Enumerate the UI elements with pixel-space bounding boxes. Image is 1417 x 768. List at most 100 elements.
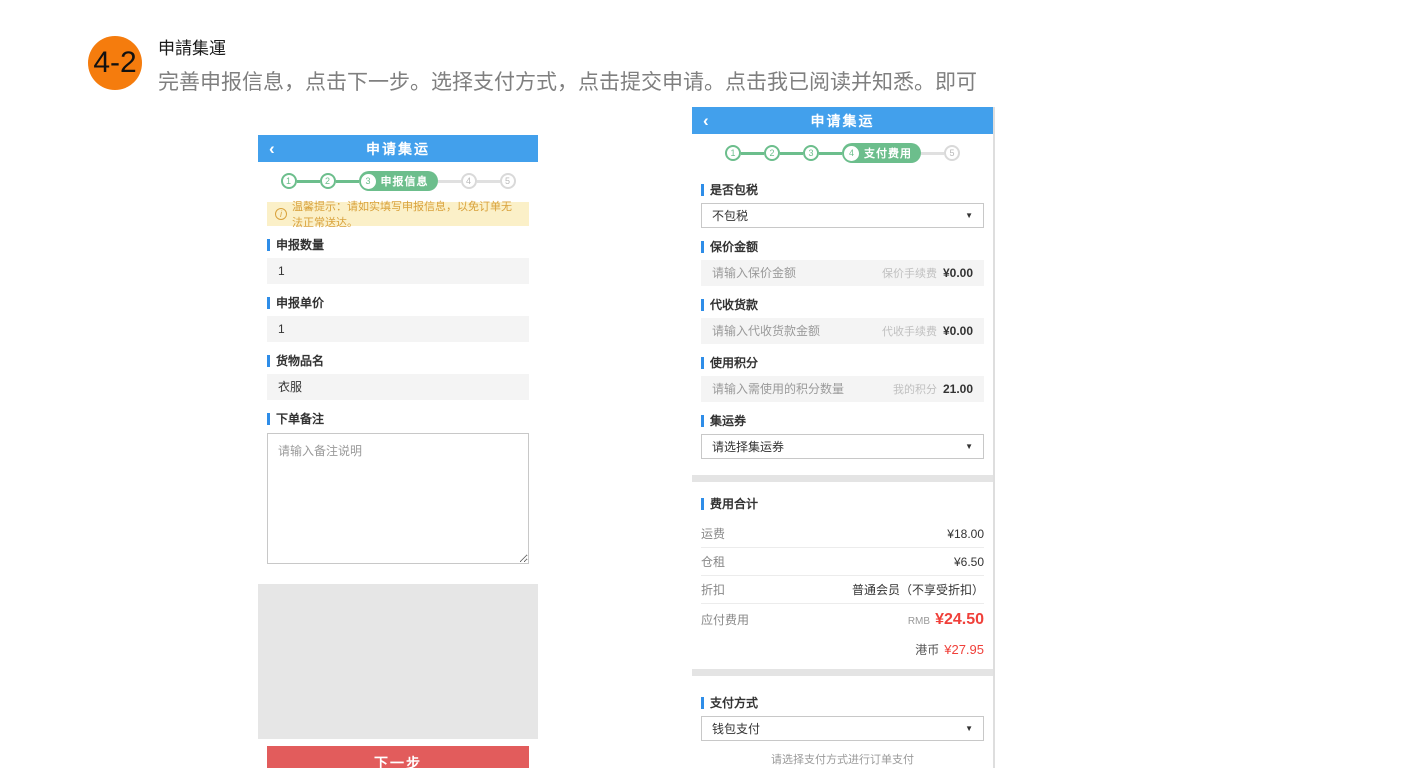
step-indicator-2: 2 [320, 173, 336, 189]
step-connector [477, 180, 500, 183]
suffix-value: ¥0.00 [943, 324, 973, 338]
label-accent-bar [267, 355, 270, 367]
fee-label: 仓租 [701, 553, 725, 570]
order-remark-textarea[interactable] [267, 433, 529, 564]
field-label-text: 支付方式 [710, 694, 758, 711]
fee-value: ¥6.50 [954, 555, 984, 569]
label-accent-bar [701, 357, 704, 369]
stepper: 1 2 3 申报信息 4 5 [258, 170, 538, 192]
active-step-label: 支付费用 [864, 145, 912, 161]
dropdown-arrow-icon: ▼ [965, 724, 973, 733]
step-indicator-1: 1 [725, 145, 741, 161]
navbar: ‹ 申请集运 [692, 107, 993, 134]
tutorial-page: 4-2 申請集運 完善申报信息，点击下一步。选择支付方式，点击提交申请。点击我已… [0, 0, 1417, 768]
field-label: 申报数量 [267, 236, 529, 253]
label-accent-bar [701, 184, 704, 196]
notice-banner: i 温馨提示：请如实填写申报信息，以免订单无法正常送达。 [267, 202, 529, 226]
suffix-label: 保价手续费 [882, 268, 937, 280]
label-accent-bar [701, 241, 704, 253]
fee-row-shipping: 运费 ¥18.00 [701, 520, 984, 548]
declare-quantity-input[interactable]: 1 [267, 258, 529, 284]
currency-label: RMB [908, 616, 930, 627]
active-step-number: 4 [844, 146, 859, 161]
lesson-instruction: 完善申报信息，点击下一步。选择支付方式，点击提交申请。点击我已阅读并知悉。即可 [158, 66, 977, 96]
input-placeholder: 请输入保价金额 [712, 260, 796, 286]
fee-row-hkd: 港币 ¥27.95 [701, 635, 984, 663]
stepper: 1 2 3 4 支付费用 5 [692, 142, 993, 164]
fee-section-title: 费用合计 [701, 495, 984, 512]
fee-row-discount: 折扣 普通会员（不享受折扣） [701, 576, 984, 604]
image-placeholder [258, 584, 538, 739]
back-icon[interactable]: ‹ [269, 137, 275, 160]
fee-row-payable: 应付费用 RMB ¥24.50 [701, 604, 984, 635]
step-connector [336, 180, 359, 183]
lesson-title: 申請集運 [158, 34, 226, 59]
field-label-text: 货物品名 [276, 352, 324, 369]
field-label: 申报单价 [267, 294, 529, 311]
label-accent-bar [701, 299, 704, 311]
field-label: 下单备注 [267, 410, 529, 427]
payment-method-select[interactable]: 钱包支付 ▼ [701, 716, 984, 741]
notice-text: 温馨提示：请如实填写申报信息，以免订单无法正常送达。 [292, 198, 521, 230]
payable-rmb-amount: ¥24.50 [935, 611, 984, 629]
input-placeholder: 请输入代收货款金额 [712, 318, 820, 344]
label-accent-bar [701, 498, 704, 510]
step-indicator-2: 2 [764, 145, 780, 161]
cod-amount-input[interactable]: 请输入代收货款金额 代收手续费 ¥0.00 [701, 318, 984, 344]
info-icon: i [275, 208, 287, 220]
nav-title: 申请集运 [811, 111, 875, 131]
input-suffix: 保价手续费 ¥0.00 [882, 260, 973, 287]
field-label-text: 下单备注 [276, 410, 324, 427]
field-label-text: 费用合计 [710, 495, 758, 512]
suffix-label: 我的积分 [893, 384, 937, 396]
nav-title: 申请集运 [366, 139, 430, 159]
step-connector [780, 152, 803, 155]
declare-unit-price-input[interactable]: 1 [267, 316, 529, 342]
field-label: 使用积分 [701, 354, 984, 371]
hkd-amount: 港币 ¥27.95 [915, 641, 984, 658]
field-label-text: 是否包税 [710, 181, 758, 198]
field-label-text: 申报数量 [276, 236, 324, 253]
dropdown-arrow-icon: ▼ [965, 211, 973, 220]
field-label: 支付方式 [701, 694, 984, 711]
fee-value: 普通会员（不享受折扣） [852, 581, 984, 598]
step-connector [297, 180, 320, 183]
step-connector [819, 152, 842, 155]
payable-hkd-amount: ¥27.95 [944, 642, 984, 657]
section-divider [692, 475, 993, 482]
fee-label: 应付费用 [701, 611, 749, 628]
tax-included-select[interactable]: 不包税 ▼ [701, 203, 984, 228]
step-indicator-1: 1 [281, 173, 297, 189]
payable-amount: RMB ¥24.50 [908, 611, 984, 629]
field-label-text: 保价金额 [710, 238, 758, 255]
field-label-text: 代收货款 [710, 296, 758, 313]
section-divider [692, 669, 993, 676]
points-input[interactable]: 请输入需使用的积分数量 我的积分21.00 [701, 376, 984, 402]
insured-amount-input[interactable]: 请输入保价金额 保价手续费 ¥0.00 [701, 260, 984, 286]
suffix-value: ¥0.00 [943, 266, 973, 280]
select-value: 请选择集运券 [712, 438, 784, 455]
field-label: 是否包税 [701, 181, 984, 198]
field-label: 集运券 [701, 412, 984, 429]
input-suffix: 代收手续费 ¥0.00 [882, 318, 973, 345]
input-suffix: 我的积分21.00 [893, 376, 973, 403]
step-indicator-3-active: 3 申报信息 [359, 171, 438, 191]
step-indicator-4-active: 4 支付费用 [842, 143, 921, 163]
select-value: 不包税 [712, 207, 748, 224]
navbar: ‹ 申请集运 [258, 135, 538, 162]
next-step-button[interactable]: 下一步 [267, 746, 529, 768]
goods-name-input[interactable]: 衣服 [267, 374, 529, 400]
field-label-text: 集运券 [710, 412, 746, 429]
suffix-label: 代收手续费 [882, 326, 937, 338]
step-connector [741, 152, 764, 155]
fee-label: 折扣 [701, 581, 725, 598]
step-indicator-3: 3 [803, 145, 819, 161]
label-accent-bar [267, 239, 270, 251]
step-connector [921, 152, 944, 155]
active-step-number: 3 [361, 174, 376, 189]
field-label: 保价金额 [701, 238, 984, 255]
active-step-label: 申报信息 [381, 173, 429, 189]
coupon-select[interactable]: 请选择集运券 ▼ [701, 434, 984, 459]
step-indicator-4: 4 [461, 173, 477, 189]
back-icon[interactable]: ‹ [703, 109, 709, 132]
